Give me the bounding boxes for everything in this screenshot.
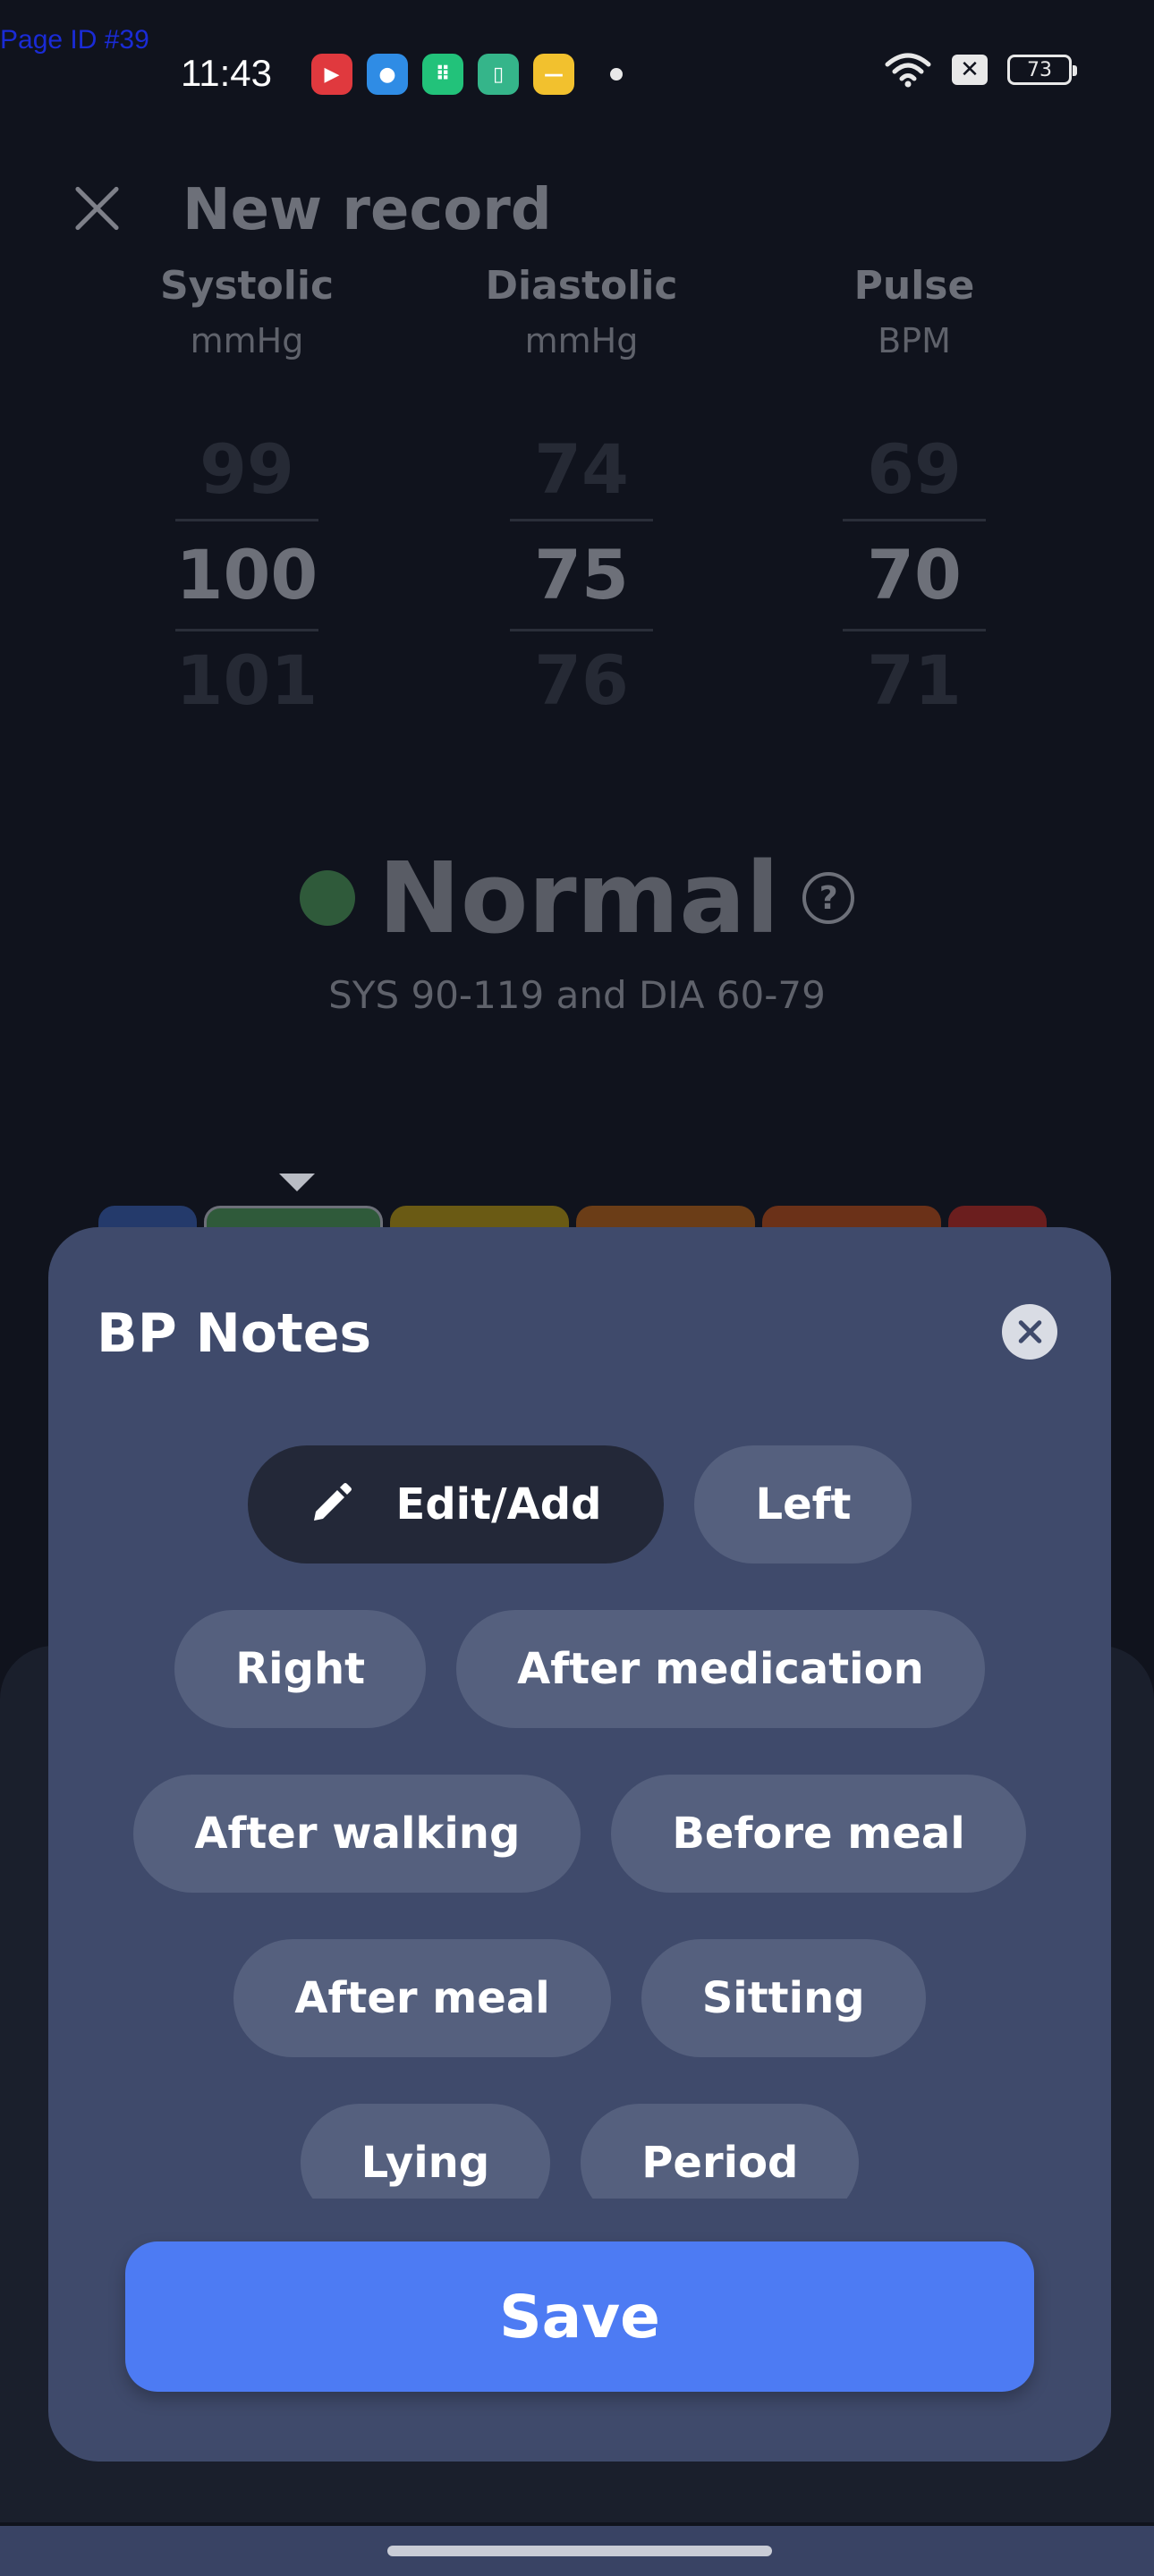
shop-app-icon: ⠿ xyxy=(422,54,463,95)
picker-selected-value: 100 xyxy=(175,519,318,631)
wifi-icon xyxy=(885,53,931,88)
picker-next-value: 71 xyxy=(867,640,962,720)
chip-sitting[interactable]: Sitting xyxy=(641,1939,926,2057)
diastolic-label: Diastolic xyxy=(485,263,678,309)
picker-prev-value: 99 xyxy=(199,429,294,509)
systolic-picker[interactable]: 99 100 101 xyxy=(113,420,381,730)
edit-add-chip[interactable]: Edit/Add xyxy=(247,1445,665,1563)
picker-next-value: 101 xyxy=(175,640,318,720)
chip-period[interactable]: Period xyxy=(581,2104,860,2199)
bp-notes-dialog: BP Notes Edit/Add Left Right After medic… xyxy=(48,1227,1111,2462)
pulse-unit: BPM xyxy=(878,321,951,360)
play-app-icon: ▶ xyxy=(311,54,352,95)
scale-pointer-icon xyxy=(279,1174,315,1191)
save-button[interactable]: Save xyxy=(125,2241,1034,2392)
chip-after-medication[interactable]: After medication xyxy=(456,1610,985,1728)
diastolic-header: Diastolic mmHg xyxy=(447,263,716,360)
status-dot-icon xyxy=(299,870,355,926)
pencil-icon xyxy=(313,1483,352,1521)
chip-right[interactable]: Right xyxy=(174,1610,427,1728)
picker-prev-value: 74 xyxy=(534,429,629,509)
page-title: New record xyxy=(182,177,552,243)
bp-status: Normal ? SYS 90-119 and DIA 60-79 xyxy=(0,841,1154,1017)
pulse-header: Pulse BPM xyxy=(780,263,1048,360)
clock: 11:43 xyxy=(181,52,272,94)
status-bar: 11:43 ▶ ● ⠿ ▯ — ✕ 73 xyxy=(0,0,1154,148)
pulse-picker[interactable]: 69 70 71 xyxy=(780,420,1048,730)
chip-before-meal[interactable]: Before meal xyxy=(611,1775,1026,1893)
systolic-unit: mmHg xyxy=(190,321,304,360)
more-notifications-icon xyxy=(610,68,623,80)
picker-selected-value: 75 xyxy=(510,519,653,631)
close-icon[interactable] xyxy=(68,179,127,238)
chat-app-icon: — xyxy=(533,54,574,95)
picker-next-value: 76 xyxy=(534,640,629,720)
close-circle-icon[interactable] xyxy=(1002,1304,1057,1360)
chip-lying[interactable]: Lying xyxy=(300,2104,551,2199)
chip-after-meal[interactable]: After meal xyxy=(233,1939,611,2057)
systolic-header: Systolic mmHg xyxy=(113,263,381,360)
browser-app-icon: ● xyxy=(367,54,408,95)
picker-selected-value: 70 xyxy=(843,519,986,631)
picker-prev-value: 69 xyxy=(867,429,962,509)
chip-left[interactable]: Left xyxy=(694,1445,912,1563)
notes-chip-list: Edit/Add Left Right After medication Aft… xyxy=(48,1445,1111,2199)
diastolic-picker[interactable]: 74 75 76 xyxy=(447,420,716,730)
status-label: Normal xyxy=(378,841,780,955)
battery-icon: 73 xyxy=(1007,55,1077,85)
battery-level: 73 xyxy=(1027,58,1052,81)
dialog-title: BP Notes xyxy=(97,1302,372,1365)
pulse-label: Pulse xyxy=(853,263,975,309)
chip-label: Edit/Add xyxy=(395,1479,602,1530)
help-icon[interactable]: ? xyxy=(802,872,855,924)
book-app-icon: ▯ xyxy=(478,54,519,95)
no-sim-icon: ✕ xyxy=(952,55,988,85)
chip-after-walking[interactable]: After walking xyxy=(133,1775,581,1893)
status-range: SYS 90-119 and DIA 60-79 xyxy=(328,973,826,1017)
home-gesture-handle[interactable] xyxy=(387,2546,772,2556)
diastolic-unit: mmHg xyxy=(524,321,639,360)
systolic-label: Systolic xyxy=(159,263,335,309)
